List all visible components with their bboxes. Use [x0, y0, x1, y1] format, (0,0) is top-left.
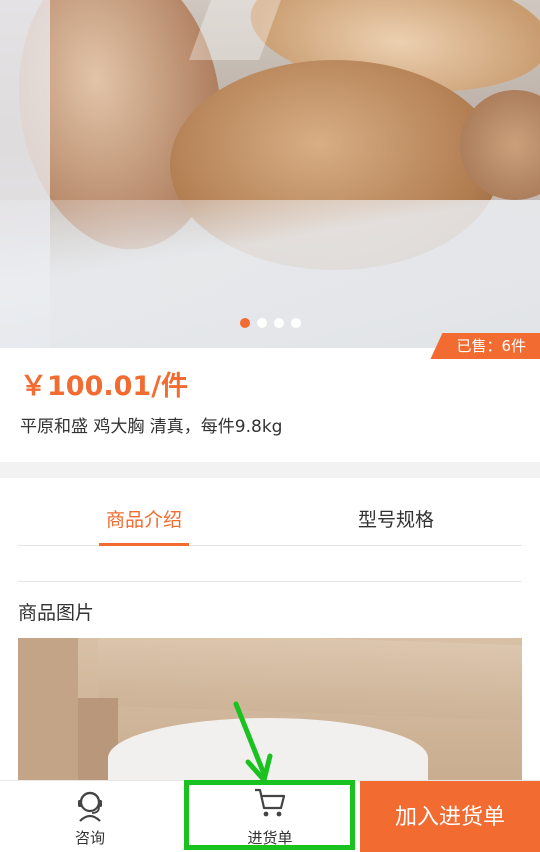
annotation-arrow-icon: [233, 701, 273, 783]
box-image-part: [98, 638, 522, 721]
plastic-bag-overlay: [189, 0, 281, 60]
carousel-dot-1[interactable]: [239, 318, 250, 328]
carousel-dot-4[interactable]: [290, 318, 301, 328]
annotation-highlight-box: [184, 780, 355, 850]
detail-tabs: 商品介绍 型号规格: [18, 494, 522, 546]
carousel-dot-2[interactable]: [256, 318, 267, 328]
add-to-order-button[interactable]: 加入进货单: [360, 781, 540, 852]
headset-person-icon: [78, 791, 102, 822]
consult-button[interactable]: 咨询: [0, 781, 180, 852]
consult-label: 咨询: [74, 829, 105, 847]
sold-count-badge: 已售：6件: [430, 333, 540, 359]
divider: [18, 581, 522, 582]
product-image-carousel[interactable]: [0, 0, 540, 348]
section-divider: [0, 462, 540, 478]
product-description: 平原和盛 鸡大胸 清真，每件9.8kg: [20, 417, 283, 437]
product-images-heading: 商品图片: [18, 602, 95, 624]
carousel-dot-3[interactable]: [273, 318, 284, 328]
tab-model-specs[interactable]: 型号规格: [270, 494, 522, 545]
box-image-part: [18, 638, 78, 780]
product-price: ￥100.01/件: [20, 371, 189, 402]
tab-product-intro[interactable]: 商品介绍: [18, 494, 270, 546]
carousel-dots: [0, 318, 540, 328]
